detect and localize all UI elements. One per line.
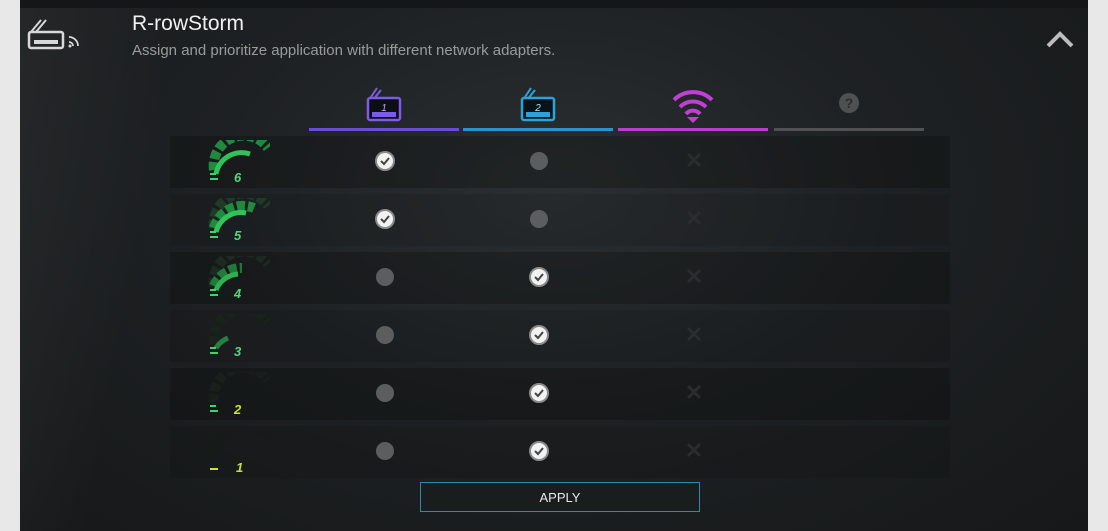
disabled-x-icon: ✕: [684, 380, 704, 405]
svg-text:2: 2: [534, 103, 541, 114]
right-border: [1088, 0, 1108, 531]
left-border: [0, 0, 20, 531]
wifi-underline: [618, 128, 768, 131]
row-2-wifi-cell: ✕: [618, 368, 768, 420]
svg-text:1: 1: [381, 103, 387, 114]
priority-level-1-icon: 1: [208, 430, 270, 474]
row-1-wifi-cell: ✕: [618, 426, 768, 478]
row-4-wifi-cell: ✕: [618, 252, 768, 304]
page-title: R-rowStorm: [132, 12, 245, 35]
checked-icon: [529, 267, 549, 287]
row-6-adapter-2-cell[interactable]: [463, 136, 613, 188]
disabled-x-icon: ✕: [684, 322, 704, 347]
page-subtitle: Assign and prioritize application with d…: [132, 42, 556, 59]
row-2-adapter-2-cell[interactable]: [463, 368, 613, 420]
svg-text:1: 1: [236, 460, 243, 474]
unknown-underline: [774, 128, 924, 131]
row-2-adapter-1-cell[interactable]: [309, 368, 459, 420]
row-5-wifi-cell: ✕: [618, 194, 768, 246]
row-3-adapter-2-cell[interactable]: [463, 310, 613, 362]
disabled-x-icon: ✕: [684, 148, 704, 173]
priority-level-5-icon: 5: [208, 198, 270, 242]
row-1-adapter-2-cell[interactable]: [463, 426, 613, 478]
rowstorm-panel: R-rowStorm Assign and prioritize applica…: [20, 8, 1088, 531]
table-row: 4 ✕: [170, 252, 950, 304]
apply-button[interactable]: APPLY: [420, 482, 700, 512]
svg-text:6: 6: [234, 170, 242, 184]
unchecked-icon: [376, 442, 394, 460]
unchecked-icon: [530, 210, 548, 228]
checked-icon: [529, 441, 549, 461]
row-3-adapter-1-cell[interactable]: [309, 310, 459, 362]
table-row: 6 ✕: [170, 136, 950, 188]
priority-level-3-icon: 3: [208, 314, 270, 358]
adapter-1-underline: [309, 128, 459, 131]
help-icon: ?: [839, 93, 859, 113]
ethernet-1-icon: 1: [366, 87, 402, 122]
svg-text:2: 2: [233, 402, 242, 416]
checked-icon: [529, 325, 549, 345]
row-5-adapter-1-cell[interactable]: [309, 194, 459, 246]
disabled-x-icon: ✕: [684, 206, 704, 231]
row-4-adapter-1-cell[interactable]: [309, 252, 459, 304]
svg-text:?: ?: [845, 95, 854, 111]
ethernet-2-icon: 2: [520, 87, 556, 122]
svg-text:5: 5: [234, 228, 242, 242]
unchecked-icon: [530, 152, 548, 170]
router-wifi-icon: [27, 19, 79, 50]
row-6-adapter-1-cell[interactable]: [309, 136, 459, 188]
row-3-wifi-cell: ✕: [618, 310, 768, 362]
row-1-adapter-1-cell[interactable]: [309, 426, 459, 478]
priority-level-6-icon: 6: [208, 140, 270, 184]
table-row: 3 ✕: [170, 310, 950, 362]
chevron-up-icon[interactable]: [1042, 28, 1078, 52]
table-row: 1 ✕: [170, 426, 950, 478]
row-4-adapter-2-cell[interactable]: [463, 252, 613, 304]
unchecked-icon: [376, 268, 394, 286]
disabled-x-icon: ✕: [684, 438, 704, 463]
svg-text:4: 4: [233, 286, 242, 300]
checked-icon: [375, 209, 395, 229]
disabled-x-icon: ✕: [684, 264, 704, 289]
adapter-2-underline: [463, 128, 613, 131]
checked-icon: [529, 383, 549, 403]
svg-text:3: 3: [234, 344, 242, 358]
row-6-wifi-cell: ✕: [618, 136, 768, 188]
row-5-adapter-2-cell[interactable]: [463, 194, 613, 246]
table-row: 5 ✕: [170, 194, 950, 246]
wifi-icon: [672, 90, 714, 123]
table-row: 2 ✕: [170, 368, 950, 420]
unchecked-icon: [376, 326, 394, 344]
unchecked-icon: [376, 384, 394, 402]
priority-level-2-icon: 2: [208, 372, 270, 416]
checked-icon: [375, 151, 395, 171]
priority-level-4-icon: 4: [208, 256, 270, 300]
